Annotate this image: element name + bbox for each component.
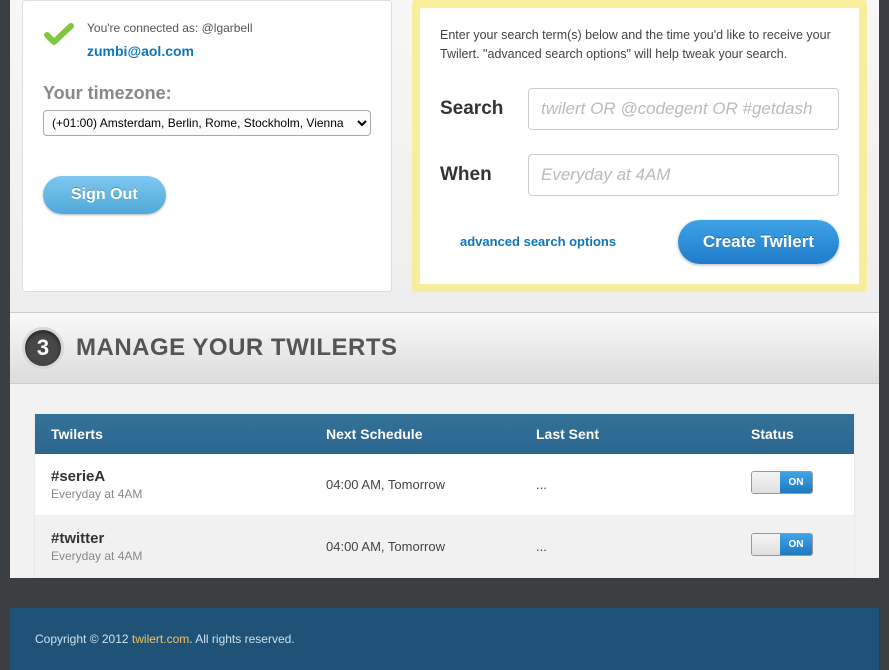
when-label: When bbox=[440, 164, 508, 186]
toggle-on-label: ON bbox=[780, 472, 812, 493]
manage-twilerts-header: 3 MANAGE YOUR TWILERTS bbox=[10, 312, 879, 384]
status-toggle[interactable]: ON bbox=[751, 533, 813, 556]
toggle-handle bbox=[752, 472, 780, 493]
account-email-link[interactable]: zumbi@aol.com bbox=[87, 43, 252, 59]
toggle-on-label: ON bbox=[780, 534, 812, 555]
table-header-row: Twilerts Next Schedule Last Sent Status bbox=[35, 414, 854, 454]
search-label: Search bbox=[440, 98, 508, 120]
copyright-suffix: . All rights reserved. bbox=[189, 632, 294, 646]
create-twilert-panel: Enter your search term(s) below and the … bbox=[412, 0, 867, 292]
last-sent: ... bbox=[536, 539, 751, 554]
account-panel: You're connected as: @lgarbell zumbi@aol… bbox=[22, 0, 392, 292]
section-title: MANAGE YOUR TWILERTS bbox=[76, 334, 398, 362]
table-row: #serieA Everyday at 4AM 04:00 AM, Tomorr… bbox=[35, 454, 854, 516]
footer: Copyright © 2012 twilert.com. All rights… bbox=[10, 608, 879, 670]
col-header-twilerts: Twilerts bbox=[51, 426, 326, 442]
timezone-select[interactable]: (+01:00) Amsterdam, Berlin, Rome, Stockh… bbox=[43, 110, 371, 136]
twilert-name[interactable]: #serieA bbox=[51, 468, 326, 485]
create-twilert-button[interactable]: Create Twilert bbox=[678, 220, 839, 264]
intro-text: Enter your search term(s) below and the … bbox=[440, 26, 839, 64]
footer-link[interactable]: twilert.com bbox=[132, 632, 189, 646]
status-toggle[interactable]: ON bbox=[751, 471, 813, 494]
advanced-search-link[interactable]: advanced search options bbox=[460, 234, 616, 249]
twilert-frequency: Everyday at 4AM bbox=[51, 487, 326, 501]
search-input[interactable] bbox=[528, 88, 839, 130]
col-header-status: Status bbox=[751, 426, 838, 442]
when-input[interactable] bbox=[528, 154, 839, 196]
table-row: #twitter Everyday at 4AM 04:00 AM, Tomor… bbox=[35, 516, 854, 578]
copyright-text: Copyright © 2012 bbox=[35, 632, 132, 646]
toggle-handle bbox=[752, 534, 780, 555]
signout-button[interactable]: Sign Out bbox=[43, 176, 166, 214]
col-header-lastsent: Last Sent bbox=[536, 426, 751, 442]
next-schedule: 04:00 AM, Tomorrow bbox=[326, 539, 536, 554]
next-schedule: 04:00 AM, Tomorrow bbox=[326, 477, 536, 492]
col-header-schedule: Next Schedule bbox=[326, 426, 536, 442]
connected-label: You're connected as: @lgarbell bbox=[87, 21, 252, 35]
twilert-name[interactable]: #twitter bbox=[51, 530, 326, 547]
twilerts-table: Twilerts Next Schedule Last Sent Status … bbox=[35, 414, 854, 578]
twilert-frequency: Everyday at 4AM bbox=[51, 549, 326, 563]
checkmark-icon bbox=[43, 23, 75, 47]
timezone-label: Your timezone: bbox=[43, 83, 371, 104]
step-number-badge: 3 bbox=[22, 327, 64, 369]
last-sent: ... bbox=[536, 477, 751, 492]
